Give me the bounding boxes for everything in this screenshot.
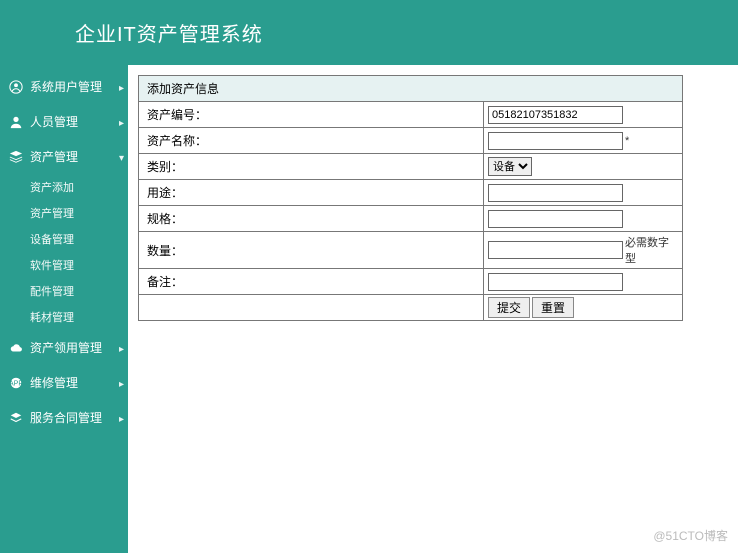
label-quantity: 数量：	[139, 232, 484, 268]
sidebar-item-label: 维修管理	[30, 374, 119, 391]
row-quantity: 数量： 必需数字型	[139, 232, 682, 269]
form-title: 添加资产信息	[139, 76, 682, 102]
sidebar-item-label: 服务合同管理	[30, 409, 119, 426]
select-category[interactable]: 设备	[488, 157, 532, 176]
row-asset-name: 资产名称： *	[139, 128, 682, 154]
sidebar-item-asset-lend[interactable]: 资产领用管理	[0, 330, 128, 365]
sidebar-sub-consumable-manage[interactable]: 耗材管理	[0, 304, 128, 330]
chevron-right-icon	[119, 341, 124, 355]
input-remark[interactable]	[488, 273, 623, 291]
sidebar-sub-device-manage[interactable]: 设备管理	[0, 226, 128, 252]
sidebar-sub-parts-manage[interactable]: 配件管理	[0, 278, 128, 304]
row-category: 类别： 设备	[139, 154, 682, 180]
sidebar-item-system-users[interactable]: 系统用户管理	[0, 69, 128, 104]
chevron-right-icon	[119, 115, 124, 129]
label-asset-no: 资产编号：	[139, 102, 484, 127]
sidebar-item-personnel[interactable]: 人员管理	[0, 104, 128, 139]
note-required: *	[625, 135, 629, 147]
label-usage: 用途：	[139, 180, 484, 205]
sidebar-subitems-assets: 资产添加 资产管理 设备管理 软件管理 配件管理 耗材管理	[0, 174, 128, 330]
sidebar-item-label: 资产管理	[30, 148, 119, 165]
submit-button[interactable]: 提交	[488, 297, 530, 318]
badge-icon: APP	[8, 375, 24, 391]
chevron-right-icon	[119, 80, 124, 94]
input-usage[interactable]	[488, 184, 623, 202]
main-content: 添加资产信息 资产编号： 资产名称： * 类别： 设备	[128, 65, 738, 553]
label-category: 类别：	[139, 154, 484, 179]
chevron-down-icon	[119, 150, 124, 164]
note-numeric: 必需数字型	[625, 234, 678, 266]
row-spec: 规格：	[139, 206, 682, 232]
watermark-text: @51CTO博客	[653, 527, 728, 544]
sidebar-item-label: 人员管理	[30, 113, 119, 130]
person-icon	[8, 114, 24, 130]
reset-button[interactable]: 重置	[532, 297, 574, 318]
sidebar-sub-software-manage[interactable]: 软件管理	[0, 252, 128, 278]
chevron-right-icon	[119, 376, 124, 390]
label-remark: 备注：	[139, 269, 484, 294]
row-usage: 用途：	[139, 180, 682, 206]
row-remark: 备注：	[139, 269, 682, 295]
layer-icon	[8, 410, 24, 426]
sidebar-item-assets[interactable]: 资产管理	[0, 139, 128, 174]
chevron-right-icon	[119, 411, 124, 425]
input-asset-no[interactable]	[488, 106, 623, 124]
input-asset-name[interactable]	[488, 132, 623, 150]
form-panel: 添加资产信息 资产编号： 资产名称： * 类别： 设备	[138, 75, 683, 321]
user-circle-icon	[8, 79, 24, 95]
label-asset-name: 资产名称：	[139, 128, 484, 153]
sidebar-item-label: 资产领用管理	[30, 339, 119, 356]
sidebar-item-repair[interactable]: APP 维修管理	[0, 365, 128, 400]
app-title: 企业IT资产管理系统	[75, 18, 738, 47]
label-spec: 规格：	[139, 206, 484, 231]
stack-icon	[8, 149, 24, 165]
sidebar-item-label: 系统用户管理	[30, 78, 119, 95]
cloud-icon	[8, 340, 24, 356]
sidebar-sub-asset-add[interactable]: 资产添加	[0, 174, 128, 200]
row-asset-no: 资产编号：	[139, 102, 682, 128]
app-header: 企业IT资产管理系统	[0, 0, 738, 65]
sidebar: 系统用户管理 人员管理 资产管理 资产添加 资产管理 设备管理 软件管理 配件管…	[0, 65, 128, 553]
input-spec[interactable]	[488, 210, 623, 228]
sidebar-sub-asset-manage[interactable]: 资产管理	[0, 200, 128, 226]
input-quantity[interactable]	[488, 241, 623, 259]
sidebar-item-contract[interactable]: 服务合同管理	[0, 400, 128, 435]
row-actions: 提交 重置	[139, 295, 682, 320]
svg-text:APP: APP	[9, 380, 23, 387]
